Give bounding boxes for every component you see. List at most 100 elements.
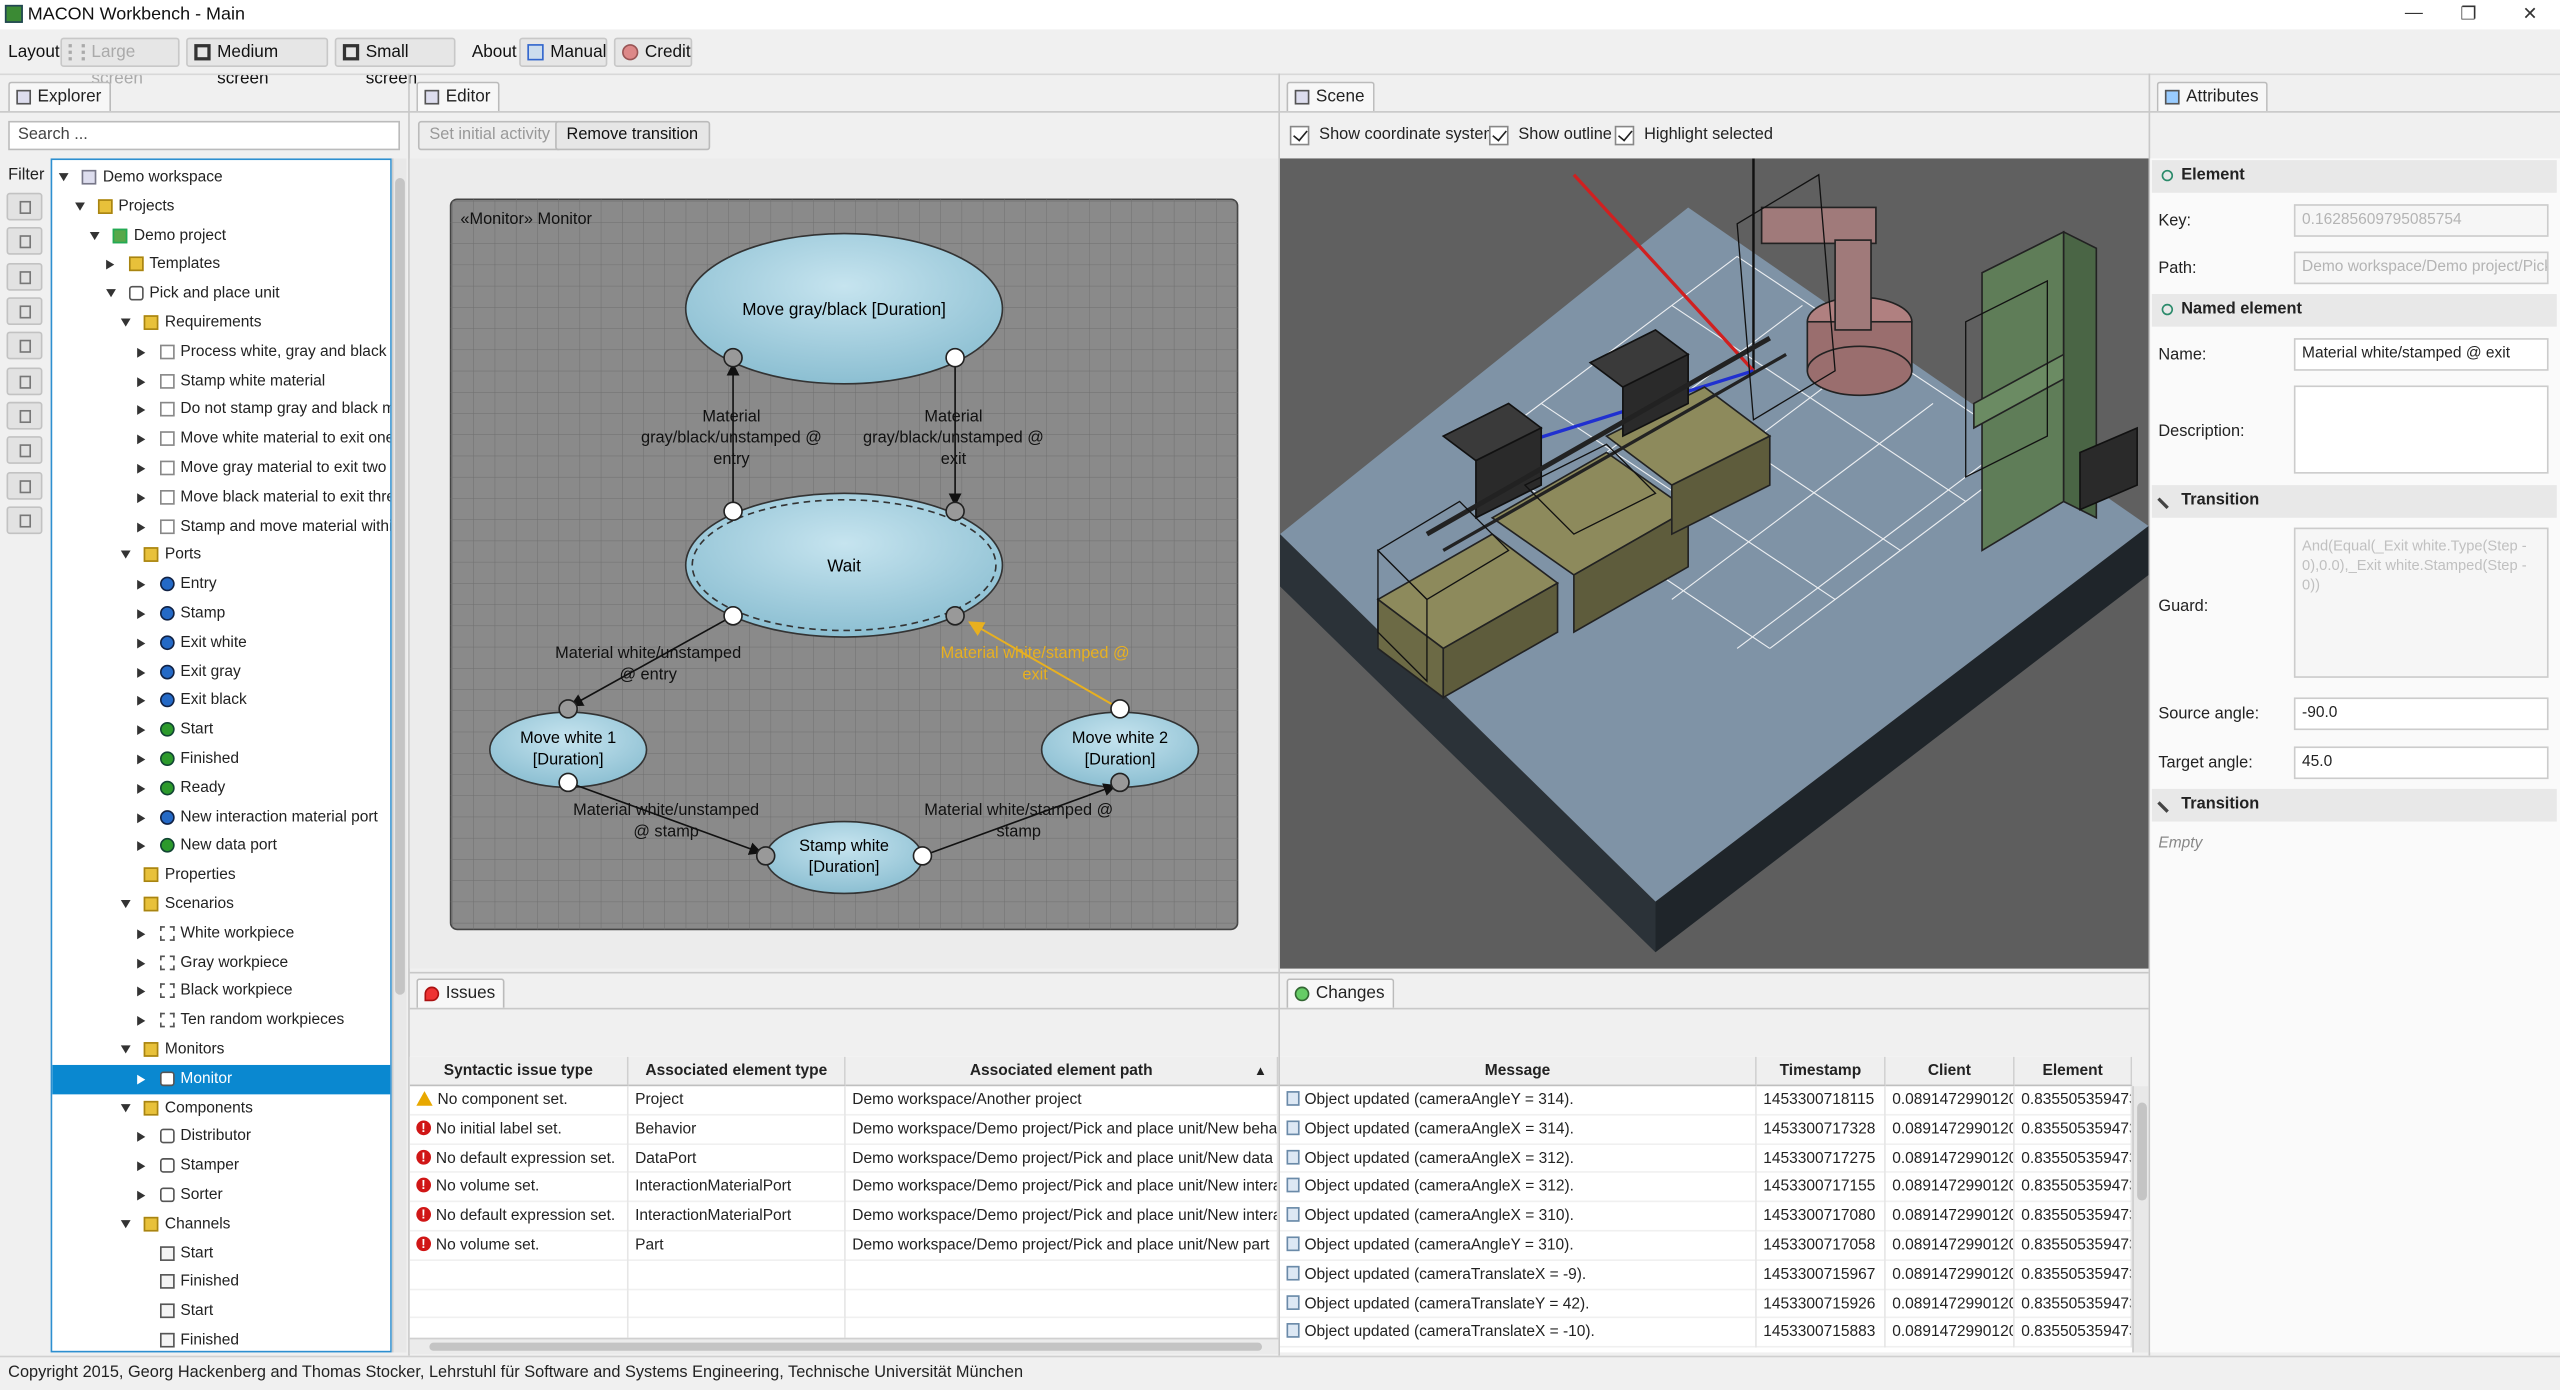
tree-item[interactable]: Ready — [52, 774, 390, 803]
expanded-arrow-icon[interactable] — [89, 231, 100, 240]
port-target[interactable] — [912, 846, 933, 866]
filter-channel-button[interactable] — [6, 401, 43, 430]
port-source[interactable] — [723, 347, 743, 368]
tab-issues[interactable]: Issues — [416, 978, 506, 1008]
3d-scene[interactable] — [1279, 158, 2149, 969]
remove-transition-button[interactable]: Remove transition — [555, 120, 710, 151]
tree-item[interactable]: Exit white — [52, 629, 390, 658]
expanded-arrow-icon[interactable] — [120, 1103, 131, 1112]
tree-item[interactable]: Move gray material to exit two lanes — [52, 454, 390, 483]
tree-item[interactable]: Finished — [52, 1268, 390, 1297]
collapsed-arrow-icon[interactable] — [136, 812, 145, 823]
collapsed-arrow-icon[interactable] — [136, 783, 145, 794]
description-field[interactable] — [2293, 385, 2549, 474]
table-row[interactable]: Object updated (cameraTranslateX = -10).… — [1279, 1318, 2133, 1348]
table-row[interactable]: Object updated (cameraAngleX = 312). 1453… — [1279, 1173, 2133, 1203]
medium-screen-button[interactable]: Medium screen — [186, 37, 329, 88]
port-target[interactable] — [558, 772, 578, 793]
collapsed-arrow-icon[interactable] — [136, 463, 145, 474]
tree-item[interactable]: Entry — [52, 570, 390, 599]
collapsed-arrow-icon[interactable] — [136, 1190, 145, 1201]
editor-canvas[interactable]: «Monitor» Monitor Move gray/black [Durat… — [409, 158, 1279, 969]
table-row[interactable]: Object updated (cameraTranslateX = -9). 1… — [1279, 1260, 2133, 1290]
tree-item[interactable]: Requirements — [52, 309, 390, 338]
tree-item[interactable]: Move white material to exit one lane — [52, 425, 390, 454]
tab-scene[interactable]: Scene — [1286, 81, 1375, 112]
issues-hscrollbar[interactable] — [409, 1337, 1279, 1355]
column-header[interactable]: Syntactic issue type — [409, 1056, 629, 1087]
tree-item[interactable]: Templates — [52, 251, 390, 280]
table-row[interactable]: Object updated (cameraAngleY = 310). 1453… — [1279, 1231, 2133, 1261]
column-header[interactable]: Associated element type — [628, 1056, 846, 1087]
collapsed-arrow-icon[interactable] — [136, 376, 145, 387]
changes-scroll-thumb[interactable] — [2137, 1102, 2147, 1201]
collapsed-arrow-icon[interactable] — [136, 522, 145, 532]
filter-monitor-button[interactable] — [6, 472, 43, 500]
tree-item[interactable]: Sorter — [52, 1181, 390, 1210]
tab-changes[interactable]: Changes — [1286, 978, 1395, 1008]
table-row[interactable]: Object updated (cameraAngleX = 314). 1453… — [1279, 1115, 2133, 1145]
show-outline-checkbox[interactable] — [1488, 125, 1509, 146]
expanded-arrow-icon[interactable] — [120, 1045, 131, 1054]
tree-item[interactable]: Black workpiece — [52, 977, 390, 1006]
tab-attributes[interactable]: Attributes — [2156, 81, 2269, 112]
table-row[interactable]: No initial label set. Behavior Demo worksp… — [409, 1115, 1279, 1145]
collapsed-arrow-icon[interactable] — [136, 929, 145, 939]
port-source[interactable] — [945, 501, 965, 522]
changes-table[interactable]: Message Timestamp Client Element Object … — [1279, 1056, 2133, 1353]
tree-item[interactable]: Exit black — [52, 687, 390, 716]
filter-function-button[interactable] — [6, 262, 43, 291]
filter-tree-button[interactable] — [6, 297, 43, 326]
table-row[interactable]: No volume set. Part Demo workspace/Demo pr… — [409, 1231, 1279, 1261]
show-coordinate-checkbox[interactable] — [1289, 125, 1310, 146]
highlight-selected-checkbox[interactable] — [1614, 125, 1635, 146]
section-transition-2[interactable]: Transition — [2151, 788, 2557, 822]
tree-item[interactable]: Finished — [52, 1326, 390, 1351]
filter-part-button[interactable] — [6, 367, 43, 396]
search-input[interactable]: Search ... — [8, 120, 400, 151]
port-target[interactable] — [723, 605, 743, 626]
collapsed-arrow-icon[interactable] — [136, 1074, 145, 1085]
maximize-icon[interactable]: ❐ — [2460, 3, 2476, 25]
tab-explorer[interactable]: Explorer — [8, 81, 112, 112]
port-source[interactable] — [558, 699, 578, 719]
collapsed-arrow-icon[interactable] — [136, 841, 145, 852]
collapsed-arrow-icon[interactable] — [136, 1016, 145, 1027]
explorer-tree[interactable]: Demo workspace Projects Demo project Templa… — [50, 158, 392, 1353]
section-transition[interactable]: Transition — [2151, 485, 2557, 518]
tree-item[interactable]: White workpiece — [52, 919, 390, 948]
path-field[interactable]: Demo workspace/Demo project/Pick and pla… — [2293, 251, 2549, 285]
port-source[interactable] — [1110, 772, 1130, 793]
port-target[interactable] — [1110, 699, 1130, 719]
expanded-arrow-icon[interactable] — [58, 173, 69, 182]
port-source[interactable] — [945, 605, 965, 626]
column-header[interactable]: Element — [2014, 1056, 2133, 1087]
target-angle-field[interactable]: 45.0 — [2293, 746, 2549, 780]
port-target[interactable] — [723, 501, 743, 522]
collapsed-arrow-icon[interactable] — [136, 580, 145, 590]
tree-item[interactable]: Exit gray — [52, 658, 390, 687]
tree-item[interactable]: Stamp and move material within time — [52, 512, 390, 541]
collapsed-arrow-icon[interactable] — [136, 987, 145, 997]
collapsed-arrow-icon[interactable] — [136, 434, 145, 445]
small-screen-button[interactable]: Small screen — [334, 37, 456, 88]
filter-project-button[interactable] — [6, 227, 43, 255]
issues-hscroll-thumb[interactable] — [429, 1342, 1263, 1351]
collapsed-arrow-icon[interactable] — [136, 754, 145, 765]
tree-item[interactable]: Move black material to exit three lanes — [52, 483, 390, 512]
tree-item[interactable]: Ports — [52, 541, 390, 570]
tree-item[interactable]: Stamper — [52, 1152, 390, 1181]
port-source[interactable] — [755, 846, 776, 866]
key-field[interactable]: 0.16285609795085754 — [2293, 204, 2549, 237]
tree-item[interactable]: Pick and place unit — [52, 280, 390, 309]
collapsed-arrow-icon[interactable] — [136, 667, 145, 678]
expanded-arrow-icon[interactable] — [105, 289, 116, 298]
close-icon[interactable]: ✕ — [2522, 3, 2537, 25]
table-row[interactable]: No component set. Project Demo workspace/A… — [409, 1086, 1279, 1116]
tree-item[interactable]: New interaction material port — [52, 803, 390, 832]
tree-item[interactable]: Ten random workpieces — [52, 1006, 390, 1035]
table-row[interactable]: Object updated (cameraAngleY = 314). 1453… — [1279, 1086, 2133, 1116]
table-row[interactable] — [409, 1289, 1279, 1319]
scene-viewport[interactable] — [1279, 158, 2149, 969]
collapsed-arrow-icon[interactable] — [105, 260, 114, 271]
